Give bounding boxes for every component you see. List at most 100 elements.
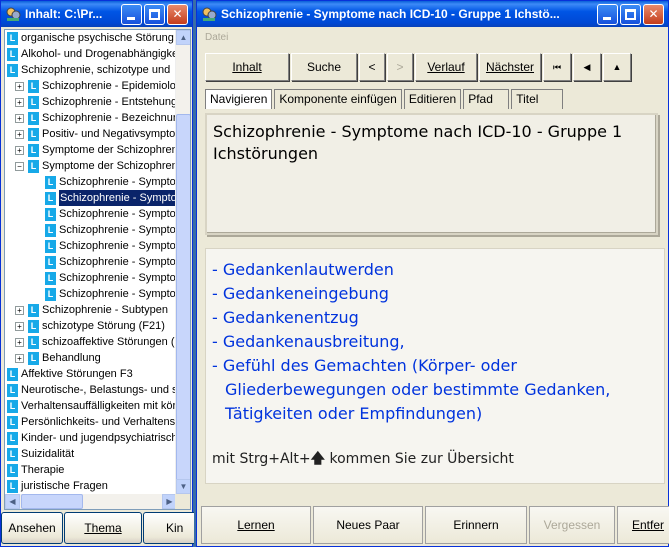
tree-item[interactable]: + L Schizophrenie - Epidemiolog bbox=[15, 78, 177, 94]
minimize-button[interactable] bbox=[121, 3, 142, 25]
ansehen-button[interactable]: Ansehen bbox=[1, 512, 63, 544]
topic-icon: L bbox=[45, 271, 56, 285]
contents-tree[interactable]: Lorganische psychische Störung L Alkohol- … bbox=[5, 30, 177, 494]
scroll-down-icon[interactable]: ▼ bbox=[176, 479, 190, 494]
scroll-left-icon[interactable]: ◀ bbox=[5, 494, 20, 509]
tree-item[interactable]: + L Behandlung bbox=[15, 350, 101, 366]
entfernen-button[interactable]: Entfer bbox=[617, 506, 669, 544]
tab-titel[interactable]: Titel bbox=[511, 89, 564, 109]
suche-button[interactable]: Suche bbox=[291, 53, 357, 81]
tree-item[interactable]: L Neurotische-, Belastungs- und s bbox=[7, 382, 177, 398]
tree-item[interactable]: L Schizophrenie - Sympto bbox=[45, 222, 176, 238]
tree-item[interactable]: L Persönlichkeits- und Verhaltens bbox=[7, 414, 175, 430]
tree-item[interactable]: L Schizophrenie, schizotype und bbox=[7, 62, 170, 78]
next-button[interactable]: > bbox=[387, 53, 413, 81]
tree-item-label: Schizophrenie - Sympto bbox=[59, 272, 176, 284]
tree-item[interactable]: Lorganische psychische Störung bbox=[7, 30, 174, 46]
expand-icon[interactable]: + bbox=[15, 97, 24, 107]
scroll-up-icon[interactable]: ▲ bbox=[176, 30, 190, 45]
contents-window: Inhalt: C:\Pr... ✕ Lorganische psychisch… bbox=[0, 0, 194, 547]
naechster-button[interactable]: Nächster bbox=[479, 53, 541, 81]
verlauf-button[interactable]: Verlauf bbox=[415, 53, 477, 81]
topic-icon: L bbox=[28, 95, 39, 109]
expand-icon[interactable]: + bbox=[15, 81, 24, 91]
tree-item[interactable]: + Lschizotype Störung (F21) bbox=[15, 318, 165, 334]
vergessen-button[interactable]: Vergessen bbox=[529, 506, 615, 544]
tree-item[interactable]: L Schizophrenie - Sympto bbox=[45, 174, 176, 190]
topic-icon: L bbox=[45, 239, 56, 253]
neues-paar-button[interactable]: Neues Paar bbox=[313, 506, 423, 544]
overview-hint: mit Strg+Alt+🡅 kommen Sie zur Übersicht bbox=[212, 448, 514, 472]
learning-button-bar: Lernen Neues Paar Erinnern Vergessen Ent… bbox=[201, 506, 669, 546]
tab-pfad[interactable]: Pfad bbox=[463, 89, 510, 109]
topic-icon: L bbox=[28, 143, 39, 157]
tree-item[interactable]: L Affektive Störungen F3 bbox=[7, 366, 133, 382]
tree-item[interactable]: + L Schizophrenie - Subtypen bbox=[15, 302, 168, 318]
tab-strip: Navigieren Komponente einfügen Editieren… bbox=[205, 89, 565, 109]
tree-item[interactable]: Ljuristische Fragen bbox=[7, 478, 108, 494]
expand-icon[interactable]: + bbox=[15, 337, 24, 347]
minimize-button[interactable] bbox=[597, 3, 618, 25]
tab-editieren[interactable]: Editieren bbox=[403, 89, 462, 109]
tab-navigieren[interactable]: Navigieren bbox=[205, 89, 273, 109]
tree-item[interactable]: L Schizophrenie - Sympto bbox=[45, 206, 176, 222]
tree-item[interactable]: + L Schizophrenie - Bezeichnun bbox=[15, 110, 177, 126]
first-button[interactable]: ⏮ bbox=[543, 53, 571, 81]
topic-icon: L bbox=[28, 319, 39, 333]
topic-titlebar[interactable]: Schizophrenie - Symptome nach ICD-10 - G… bbox=[197, 1, 668, 27]
tree-vertical-scrollbar[interactable]: ▲ ▼ bbox=[175, 30, 190, 494]
tree-item[interactable]: L Schizophrenie - Sympto bbox=[45, 254, 176, 270]
tree-item-label: Therapie bbox=[21, 464, 65, 476]
expand-icon[interactable]: + bbox=[15, 305, 24, 315]
tree-item[interactable]: L Schizophrenie - Sympto bbox=[45, 286, 176, 302]
expand-icon[interactable]: + bbox=[15, 113, 24, 123]
tree-item[interactable]: + L Schizophrenie - Entstehung bbox=[15, 94, 177, 110]
hscroll-thumb[interactable] bbox=[21, 494, 83, 509]
close-button[interactable]: ✕ bbox=[643, 3, 664, 25]
topic-title-bar-text: Schizophrenie - Symptome nach ICD-10 - G… bbox=[221, 7, 560, 21]
tree-item[interactable]: + Lschizoaffektive Störungen ( bbox=[15, 334, 174, 350]
expand-icon[interactable]: + bbox=[15, 145, 24, 155]
thema-button[interactable]: Thema bbox=[64, 512, 142, 544]
tree-item[interactable]: L Kinder- und jugendpsychiatrisch bbox=[7, 430, 177, 446]
tab-komponente-einfuegen[interactable]: Komponente einfügen bbox=[274, 89, 402, 109]
tree-item[interactable]: L Schizophrenie - Sympto bbox=[45, 190, 177, 206]
erinnern-button[interactable]: Erinnern bbox=[425, 506, 527, 544]
maximize-button[interactable] bbox=[620, 3, 641, 25]
topic-icon: L bbox=[28, 159, 39, 173]
contents-tree-panel: Lorganische psychische Störung L Alkohol- … bbox=[4, 29, 191, 510]
scroll-thumb[interactable] bbox=[176, 114, 190, 486]
close-button[interactable]: ✕ bbox=[167, 3, 188, 25]
tree-item[interactable]: L Verhaltensauffälligkeiten mit kör bbox=[7, 398, 176, 414]
expand-icon[interactable]: + bbox=[15, 321, 24, 331]
up-button[interactable]: ▲ bbox=[603, 53, 631, 81]
expand-icon[interactable]: + bbox=[15, 353, 24, 363]
menu-datei[interactable]: Datei bbox=[205, 32, 228, 43]
tree-item[interactable]: L Therapie bbox=[7, 462, 64, 478]
maximize-button[interactable] bbox=[144, 3, 165, 25]
tree-item[interactable]: + L Positiv- und Negativsympto bbox=[15, 126, 175, 142]
tree-item-label: Schizophrenie - Subtypen bbox=[42, 304, 168, 316]
tree-item[interactable]: L Alkohol- und Drogenabhängigke bbox=[7, 46, 177, 62]
tree-horizontal-scrollbar[interactable]: ◀ ▶ bbox=[5, 494, 177, 509]
lernen-button[interactable]: Lernen bbox=[201, 506, 311, 544]
topic-icon: L bbox=[28, 335, 39, 349]
back-arrow-icon: ◀ bbox=[583, 61, 591, 72]
tree-item[interactable]: − L Symptome der Schizophren bbox=[15, 158, 177, 174]
tree-item[interactable]: L Suizidalität bbox=[7, 446, 74, 462]
inhalt-button[interactable]: Inhalt bbox=[205, 53, 289, 81]
expand-icon[interactable]: + bbox=[15, 129, 24, 139]
prev-button[interactable]: < bbox=[359, 53, 385, 81]
back-button[interactable]: ◀ bbox=[573, 53, 601, 81]
contents-title: Inhalt: C:\Pr... bbox=[25, 7, 103, 21]
kinder-button[interactable]: Kin bbox=[143, 512, 194, 544]
arrow-up-icon: 🡅 bbox=[310, 451, 326, 467]
menu-bar: Datei bbox=[197, 27, 668, 49]
topic-icon: L bbox=[28, 111, 39, 125]
list-item: - Gedankenentzug bbox=[212, 308, 359, 327]
tree-item[interactable]: L Schizophrenie - Sympto bbox=[45, 270, 176, 286]
collapse-icon[interactable]: − bbox=[15, 161, 24, 171]
tree-item[interactable]: L Schizophrenie - Sympto bbox=[45, 238, 176, 254]
contents-titlebar[interactable]: Inhalt: C:\Pr... ✕ bbox=[1, 1, 192, 27]
tree-item[interactable]: + L Symptome der Schizophren bbox=[15, 142, 177, 158]
